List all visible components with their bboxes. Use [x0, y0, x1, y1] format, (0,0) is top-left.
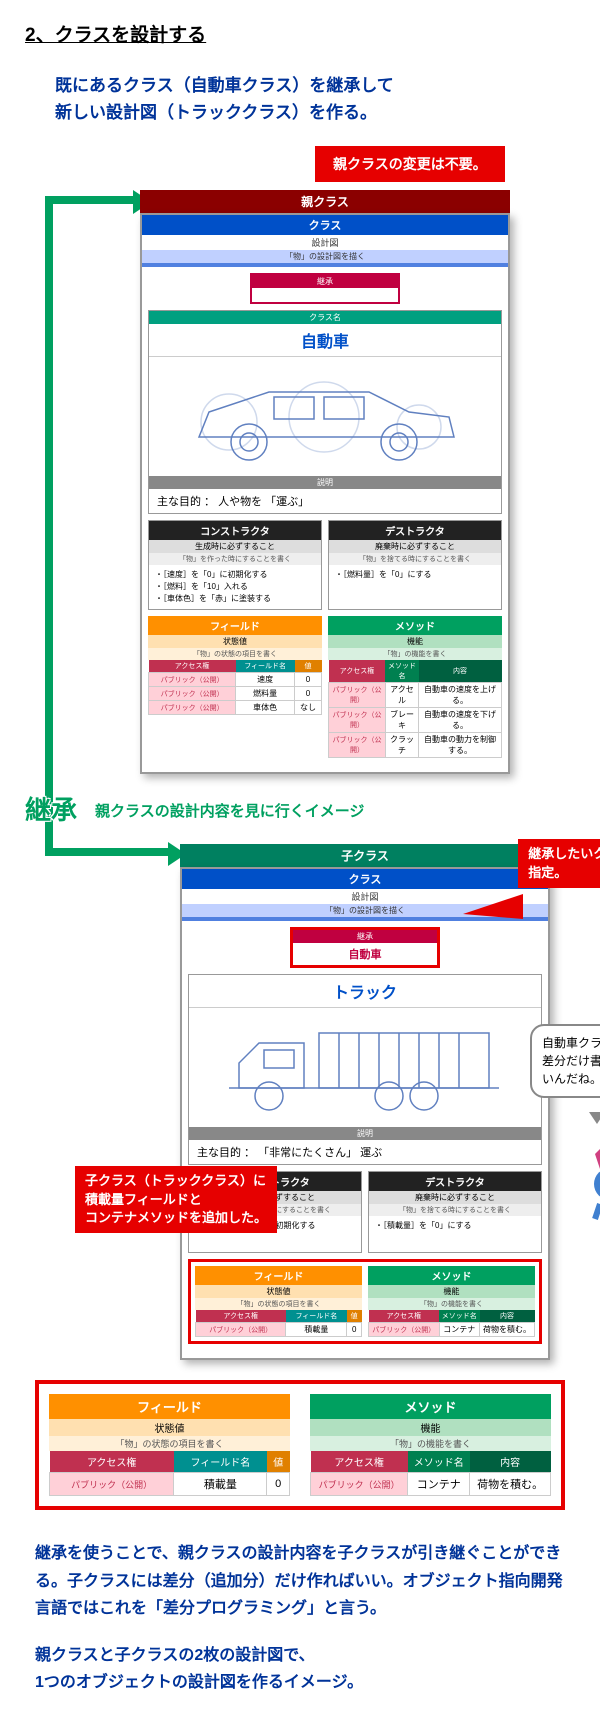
- outro-2: 親クラスと子クラスの2枚の設計図で、 1つのオブジェクトの設計図を作るイメージ。: [35, 1642, 565, 1696]
- car-icon: [179, 372, 469, 467]
- inherit-box-h: 継承: [293, 930, 437, 943]
- child-field: フィールド 状態値 「物」の状態の項目を書く アクセス権フィールド名値パブリック…: [195, 1266, 362, 1337]
- callout-specify: 継承したいクラスを 指定。: [518, 839, 600, 887]
- callout-specify-arrow: [463, 894, 523, 919]
- parent-desc: 主な目的 ： 人や物を 「運ぶ」: [149, 489, 501, 513]
- parent-destructor: デストラクタ 廃棄時に必ずすること 「物」を捨てる時にすることを書く ・［燃料量…: [328, 520, 502, 610]
- field-sb: 「物」の状態の項目を書く: [195, 1298, 362, 1310]
- inherit-note: 親クラスの設計内容を見に行くイメージ: [95, 800, 364, 821]
- child-field-table: アクセス権フィールド名値パブリック（公開）積載量0: [195, 1310, 362, 1337]
- cons-h: コンストラクタ: [149, 521, 321, 540]
- method-sb: 「物」の機能を書く: [328, 648, 502, 660]
- child-method: メソッド 機能 「物」の機能を書く アクセス権メソッド名内容パブリック（公開）コ…: [368, 1266, 535, 1337]
- child-desc: 主な目的 ： 「非常にたくさん」 運ぶ: [189, 1140, 541, 1164]
- parent-field: フィールド 状態値 「物」の状態の項目を書く アクセス権フィールド名値パブリック…: [148, 616, 322, 758]
- class-label: クラス: [182, 869, 548, 889]
- method-sh: 機能: [328, 635, 502, 648]
- parent-method-table: アクセス権メソッド名内容パブリック（公開）アクセル自動車の速度を上げる。パブリッ…: [328, 660, 502, 758]
- dest-sh: 廃棄時に必ずすること: [369, 1191, 541, 1204]
- zoom-field: フィールド 状態値 「物」の状態の項目を書く アクセス権フィールド名値パブリック…: [49, 1394, 290, 1496]
- truck-drawing: [189, 1007, 541, 1127]
- bubble-tail: [589, 1112, 600, 1124]
- field-h: フィールド: [49, 1394, 290, 1419]
- method-h: メソッド: [310, 1394, 551, 1419]
- method-h: メソッド: [368, 1266, 535, 1285]
- zoom-panel: フィールド 状態値 「物」の状態の項目を書く アクセス権フィールド名値パブリック…: [35, 1380, 565, 1510]
- intro-text: 既にあるクラス（自動車クラス）を継承して 新しい設計図（トラッククラス）を作る。: [55, 72, 575, 126]
- cons-sb: 「物」を作った時にすることを書く: [149, 553, 321, 565]
- class-label: クラス: [142, 215, 508, 235]
- inherit-label: 継承: [25, 790, 77, 827]
- child-inherit-box: 継承 自動車: [290, 927, 440, 968]
- zoom-method: メソッド 機能 「物」の機能を書く アクセス権メソッド名内容パブリック（公開）コ…: [310, 1394, 551, 1496]
- field-sh: 状態値: [195, 1285, 362, 1298]
- dest-h: デストラクタ: [329, 521, 501, 540]
- child-method-table: アクセス権メソッド名内容パブリック（公開）コンテナ荷物を積む。: [368, 1310, 535, 1337]
- parent-class-name: 自動車: [149, 324, 501, 356]
- mascot-icon: [575, 1134, 600, 1224]
- dest-sh: 廃棄時に必ずすること: [329, 540, 501, 553]
- cons-sh: 生成時に必ずすること: [149, 540, 321, 553]
- child-destructor: デストラクタ 廃棄時に必ずすること 「物」を捨てる時にすることを書く ・［積載量…: [368, 1171, 542, 1253]
- method-sh: 機能: [310, 1419, 551, 1436]
- truck-icon: [209, 1018, 509, 1118]
- zoom-field-table: アクセス権フィールド名値パブリック（公開）積載量0: [49, 1451, 290, 1496]
- car-drawing: [149, 356, 501, 476]
- inherit-box-v: [252, 288, 398, 302]
- parent-field-table: アクセス権フィールド名値パブリック（公開）速度0パブリック（公開）燃料量0パブリ…: [148, 660, 322, 715]
- desc-h: 説明: [189, 1127, 541, 1140]
- method-sh: 機能: [368, 1285, 535, 1298]
- parent-cons-dest: コンストラクタ 生成時に必ずすること 「物」を作った時にすることを書く ・［速度…: [148, 520, 502, 610]
- parent-method: メソッド 機能 「物」の機能を書く アクセス権メソッド名内容パブリック（公開）ア…: [328, 616, 502, 758]
- child-card-wrap: 子クラス クラス 設計図 「物」の設計図を描く 継承 自動車 トラック 説明 主…: [135, 844, 595, 1360]
- parent-bar: 親クラス: [140, 190, 510, 213]
- note-no-change: 親クラスの変更は不要。: [315, 146, 505, 182]
- dest-body: ・［燃料量］を「0」にする: [329, 565, 501, 601]
- method-sb: 「物」の機能を書く: [310, 1436, 551, 1451]
- zoom-method-table: アクセス権メソッド名内容パブリック（公開）コンテナ荷物を積む。: [310, 1451, 551, 1496]
- speech-bubble: 自動車クラスとの差分だけ書けばいいんだね。: [530, 1024, 600, 1098]
- parent-card: クラス 設計図 「物」の設計図を描く 継承 クラス名 自動車 説明 主な目的 ：…: [140, 213, 510, 774]
- dest-body: ・［積載量］を「0」にする: [369, 1216, 541, 1252]
- class-sub2: 「物」の設計図を描く: [142, 250, 508, 263]
- field-sh: 状態値: [148, 635, 322, 648]
- class-sub1: 設計図: [142, 235, 508, 250]
- strip: [142, 263, 508, 267]
- method-h: メソッド: [328, 616, 502, 635]
- desc-h: 説明: [149, 476, 501, 489]
- child-bar: 子クラス: [180, 844, 550, 867]
- child-field-method: フィールド 状態値 「物」の状態の項目を書く アクセス権フィールド名値パブリック…: [188, 1259, 542, 1344]
- parent-inherit-box: 継承: [250, 273, 400, 304]
- cons-body: ・［速度］を「0」に初期化する・［燃料］を「10」入れる・［車体色］を「赤」に塗…: [149, 565, 321, 609]
- method-sb: 「物」の機能を書く: [368, 1298, 535, 1310]
- child-card: クラス 設計図 「物」の設計図を描く 継承 自動車 トラック 説明 主な目的 ：…: [180, 867, 550, 1360]
- field-h: フィールド: [148, 616, 322, 635]
- outro-1: 継承を使うことで、親クラスの設計内容を子クラスが引き継ぐことができる。子クラスに…: [35, 1540, 565, 1622]
- field-sb: 「物」の状態の項目を書く: [49, 1436, 290, 1451]
- inherit-box-h: 継承: [252, 275, 398, 288]
- callout-added: 子クラス（トラッククラス）に 積載量フィールドと コンテナメソッドを追加した。: [75, 1166, 277, 1233]
- parent-constructor: コンストラクタ 生成時に必ずすること 「物」を作った時にすることを書く ・［速度…: [148, 520, 322, 610]
- field-sh: 状態値: [49, 1419, 290, 1436]
- parent-field-method: フィールド 状態値 「物」の状態の項目を書く アクセス権フィールド名値パブリック…: [148, 616, 502, 758]
- field-sb: 「物」の状態の項目を書く: [148, 648, 322, 660]
- inherit-box-v: 自動車: [293, 943, 437, 965]
- section-heading: 2、クラスを設計する: [25, 20, 575, 47]
- child-class-name: トラック: [189, 975, 541, 1007]
- class-name-h: クラス名: [149, 311, 501, 324]
- parent-card-wrap: 親クラス クラス 設計図 「物」の設計図を描く 継承 クラス名 自動車 説明 主…: [95, 190, 555, 774]
- dest-h: デストラクタ: [369, 1172, 541, 1191]
- dest-sb: 「物」を捨てる時にすることを書く: [329, 553, 501, 565]
- field-h: フィールド: [195, 1266, 362, 1285]
- child-class-box: トラック 説明 主な目的 ： 「非常にたくさん」 運ぶ: [188, 974, 542, 1165]
- parent-class-box: クラス名 自動車 説明 主な目的 ： 人や物を 「運ぶ」: [148, 310, 502, 514]
- dest-sb: 「物」を捨てる時にすることを書く: [369, 1204, 541, 1216]
